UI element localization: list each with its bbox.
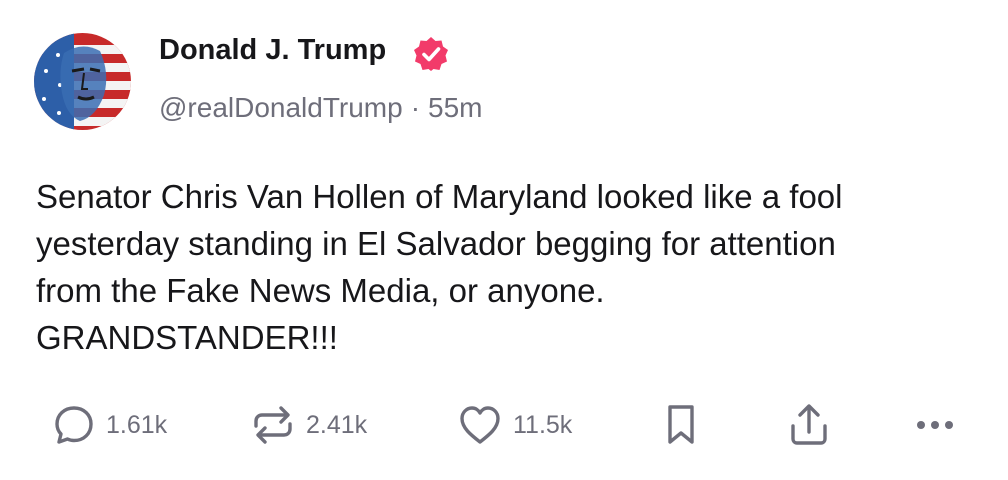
repost-count: 2.41k bbox=[306, 410, 368, 439]
verified-badge-icon bbox=[414, 37, 448, 71]
like-count: 11.5k bbox=[513, 410, 573, 439]
author-name[interactable]: Donald J. Trump bbox=[159, 34, 386, 67]
post-line: Senator Chris Van Hollen of Maryland loo… bbox=[36, 178, 843, 215]
author-meta: @realDonaldTrump · 55m bbox=[159, 92, 483, 124]
bookmark-icon bbox=[668, 405, 694, 444]
action-bar: 1.61k 2.41k 11.5k bbox=[0, 395, 1008, 455]
reply-button[interactable]: 1.61k bbox=[52, 401, 167, 449]
repost-icon bbox=[254, 406, 292, 444]
post-line: GRANDSTANDER!!! bbox=[36, 319, 338, 356]
more-options-button[interactable] bbox=[912, 401, 958, 449]
avatar[interactable] bbox=[34, 33, 131, 130]
like-button[interactable]: 11.5k bbox=[457, 401, 572, 449]
meta-separator: · bbox=[410, 92, 421, 123]
reply-icon bbox=[55, 406, 93, 444]
share-button[interactable] bbox=[787, 401, 831, 449]
author-handle[interactable]: @realDonaldTrump bbox=[159, 92, 403, 123]
bookmark-button[interactable] bbox=[661, 401, 701, 449]
repost-button[interactable]: 2.41k bbox=[250, 401, 367, 449]
post-line: from the Fake News Media, or anyone. bbox=[36, 272, 605, 309]
post-body: Senator Chris Van Hollen of Maryland loo… bbox=[36, 173, 986, 361]
heart-icon bbox=[460, 406, 500, 444]
post-time[interactable]: 55m bbox=[428, 92, 482, 123]
share-icon bbox=[791, 404, 827, 445]
more-icon bbox=[917, 421, 953, 429]
reply-count: 1.61k bbox=[106, 410, 168, 439]
post-line: yesterday standing in El Salvador beggin… bbox=[36, 225, 836, 262]
